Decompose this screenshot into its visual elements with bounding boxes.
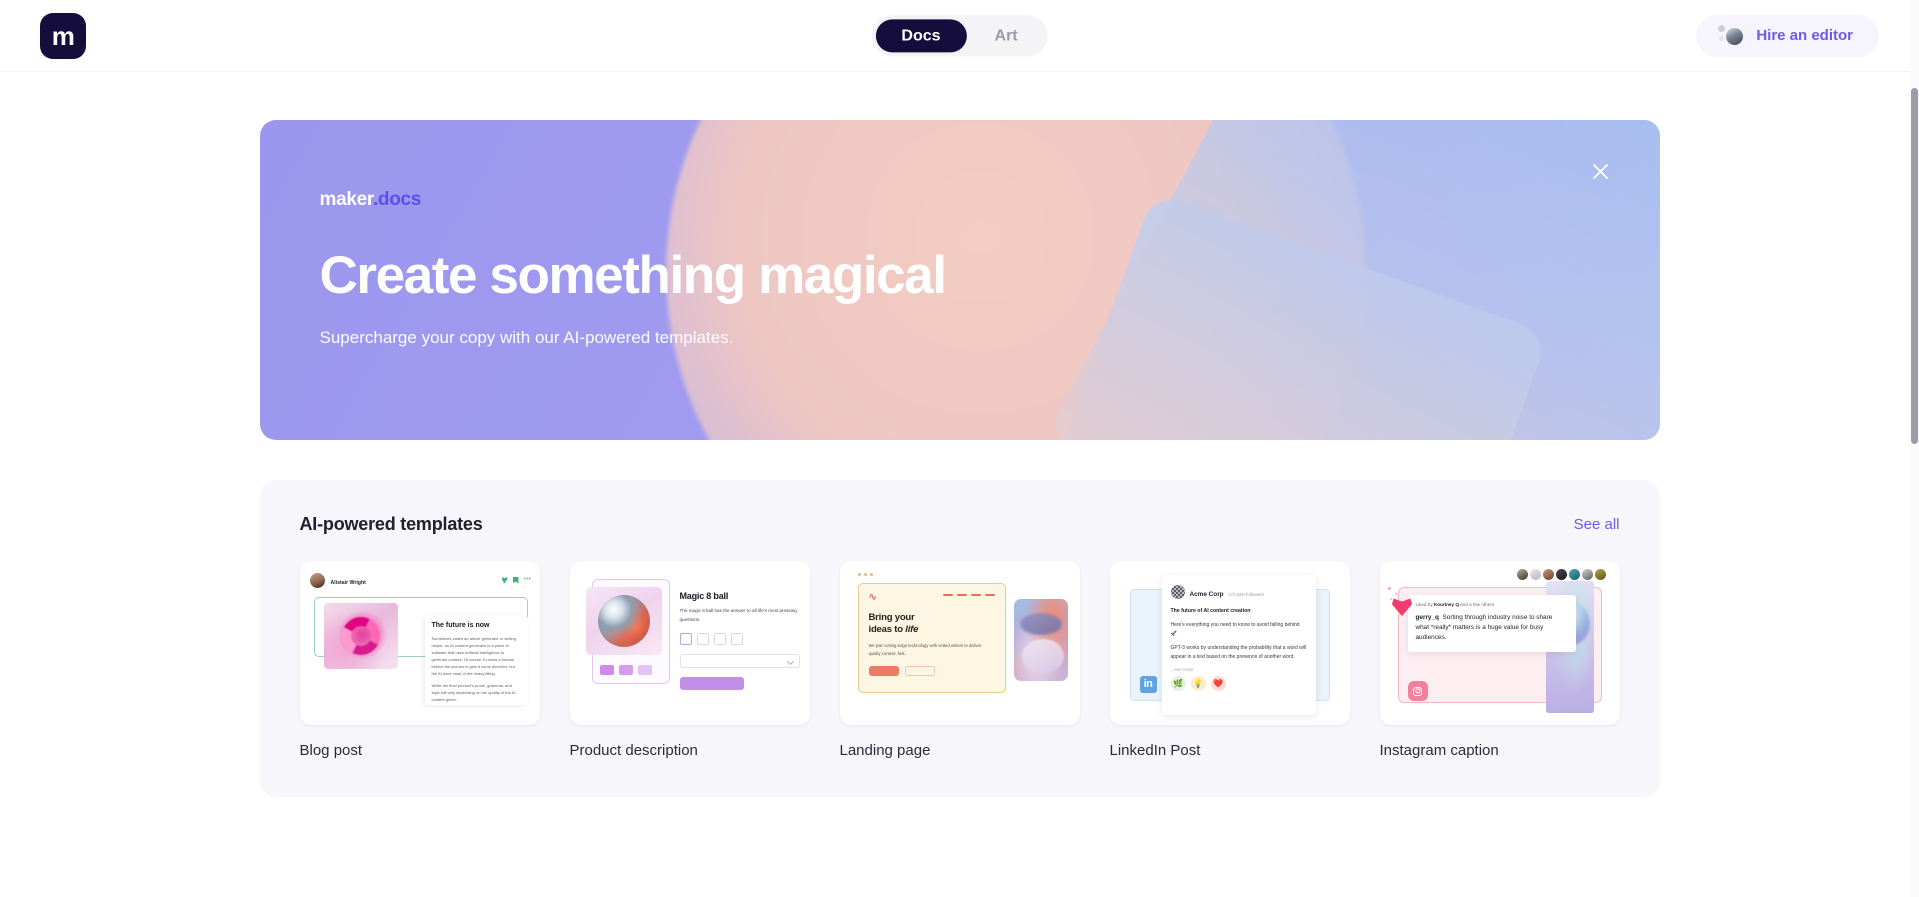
blog-preview-author-name: Alistair Wright bbox=[330, 580, 366, 586]
reaction-bulb-icon: 💡 bbox=[1190, 676, 1206, 692]
blog-preview-headline: The future is now bbox=[431, 622, 490, 629]
template-card-landing-page[interactable]: ∿ Bring your ideas to life We pair cutti… bbox=[839, 561, 1080, 761]
landing-preview-buttons bbox=[868, 666, 995, 677]
page-scrollbar[interactable] bbox=[1910, 0, 1919, 897]
hire-an-editor-button[interactable]: Hire an editor bbox=[1696, 14, 1879, 57]
banner-brand-accent: .docs bbox=[372, 189, 422, 210]
template-card-product-description[interactable]: Magic 8 ball The magic 8 ball has the an… bbox=[569, 561, 810, 761]
promo-banner: maker.docs Create something magical Supe… bbox=[259, 120, 1660, 440]
linkedin-preview-followers: 174,520 followers bbox=[1228, 592, 1265, 597]
landing-preview-nav bbox=[942, 594, 995, 597]
linkedin-preview-reactions: 🌿 💡 ❤️ bbox=[1170, 676, 1307, 692]
landing-preview-secondary-button bbox=[904, 666, 935, 677]
page-container: maker.docs Create something magical Supe… bbox=[259, 72, 1660, 797]
template-card-blog-post[interactable]: Alistair Wright ••• The future is now So… bbox=[299, 561, 540, 761]
hire-an-editor-label: Hire an editor bbox=[1756, 26, 1853, 44]
template-label-linkedin-post: LinkedIn Post bbox=[1109, 742, 1201, 759]
blog-preview-actions: ••• bbox=[501, 575, 531, 584]
instagram-preview-liked-prefix: Liked by bbox=[1415, 602, 1434, 607]
linkedin-preview-company: Acme Corp bbox=[1189, 591, 1224, 598]
bookmark-icon bbox=[512, 576, 519, 584]
heart-icon bbox=[501, 577, 508, 584]
templates-panel: AI-powered templates See all Alistair Wr… bbox=[259, 480, 1660, 797]
instagram-preview-avatar-row bbox=[1516, 569, 1606, 580]
linkedin-preview-paragraph-1: Here's everything you need to know to av… bbox=[1170, 622, 1300, 637]
instagram-preview-liked-name: Kourtney Q bbox=[1433, 602, 1459, 607]
blog-preview-image bbox=[323, 603, 398, 669]
banner-title: Create something magical bbox=[319, 246, 948, 305]
blog-preview-paragraph-1: Sometimes called an article generator or… bbox=[431, 636, 516, 677]
linkedin-preview-paragraph-2: GPT-3 works by understanding the probabi… bbox=[1170, 645, 1307, 660]
view-toggle-container: Docs Art bbox=[871, 14, 1048, 57]
blog-preview-article: The future is now Sometimes called an ar… bbox=[424, 615, 528, 705]
blog-preview-paragraph-2: While the final product's prose, grammar… bbox=[431, 683, 516, 703]
linkedin-preview-author-row: Acme Corp 174,520 followers bbox=[1170, 583, 1307, 601]
banner-brand: maker.docs bbox=[320, 190, 1660, 209]
reaction-heart-icon: ❤️ bbox=[1210, 676, 1226, 692]
instagram-preview-liked-suffix: and a few others bbox=[1458, 602, 1495, 607]
instagram-preview-username: gerry_q bbox=[1415, 614, 1439, 622]
landing-preview-headline-italic: life bbox=[905, 623, 919, 635]
main-content: maker.docs Create something magical Supe… bbox=[0, 72, 1919, 897]
product-preview-image bbox=[585, 587, 662, 655]
product-preview-sphere bbox=[597, 595, 650, 647]
reaction-leaf-icon: 🌿 bbox=[1170, 676, 1186, 692]
templates-section-title: AI-powered templates bbox=[299, 514, 483, 534]
blog-preview-author-row: Alistair Wright ••• bbox=[309, 571, 531, 589]
product-preview-thumbnails bbox=[599, 665, 652, 675]
landing-preview-window-dots bbox=[857, 573, 873, 576]
template-thumbnail-instagram-caption: Liked by Kourtney Q and a few others ger… bbox=[1379, 561, 1620, 725]
landing-preview-headline-line1: Bring your bbox=[868, 612, 915, 623]
instagram-preview-caption-card: Liked by Kourtney Q and a few others ger… bbox=[1407, 595, 1576, 653]
app-header: m Docs Art Hire an editor bbox=[0, 0, 1919, 72]
template-thumbnail-blog-post: Alistair Wright ••• The future is now So… bbox=[299, 561, 540, 725]
instagram-preview-caption: gerry_q Sorting through industry noise t… bbox=[1416, 613, 1568, 643]
landing-preview-image bbox=[1013, 599, 1068, 681]
landing-preview-headline: Bring your ideas to life bbox=[869, 612, 995, 636]
banner-subtitle: Supercharge your copy with our AI-powere… bbox=[319, 328, 734, 348]
template-label-product-description: Product description bbox=[569, 742, 698, 759]
maker-logo[interactable]: m bbox=[40, 12, 86, 59]
linkedin-preview-post: Acme Corp 174,520 followers The future o… bbox=[1161, 575, 1316, 715]
template-label-blog-post: Blog post bbox=[299, 742, 363, 759]
banner-content: maker.docs Create something magical Supe… bbox=[260, 120, 1660, 350]
template-card-linkedin-post[interactable]: in Acme Corp 174,520 followers The futur… bbox=[1109, 561, 1350, 761]
tab-docs[interactable]: Docs bbox=[875, 18, 967, 53]
template-label-landing-page: Landing page bbox=[839, 742, 931, 759]
template-thumbnail-product-description: Magic 8 ball The magic 8 ball has the an… bbox=[569, 561, 810, 725]
see-all-link[interactable]: See all bbox=[1574, 516, 1620, 533]
tab-art[interactable]: Art bbox=[969, 19, 1044, 52]
more-icon: ••• bbox=[523, 575, 531, 583]
templates-grid: Alistair Wright ••• The future is now So… bbox=[288, 561, 1632, 761]
instagram-icon bbox=[1407, 681, 1428, 701]
avatar bbox=[309, 572, 325, 588]
banner-brand-primary: maker bbox=[319, 189, 374, 210]
linkedin-icon: in bbox=[1139, 676, 1157, 693]
product-preview-select bbox=[679, 654, 800, 669]
view-toggle: Docs Art bbox=[871, 14, 1048, 57]
product-preview-buy-button bbox=[679, 677, 744, 691]
close-icon[interactable] bbox=[1586, 156, 1616, 186]
template-label-instagram-caption: Instagram caption bbox=[1379, 742, 1499, 759]
templates-header: AI-powered templates See all bbox=[288, 514, 1632, 535]
landing-preview-paragraph: We pair cutting-edge technology with vet… bbox=[868, 642, 982, 656]
landing-preview-primary-button bbox=[868, 666, 899, 677]
linkedin-preview-headline: The future of AI content creation bbox=[1170, 608, 1251, 614]
product-preview-headline: Magic 8 ball bbox=[679, 591, 729, 601]
template-thumbnail-landing-page: ∿ Bring your ideas to life We pair cutti… bbox=[839, 561, 1080, 725]
header-actions: Hire an editor bbox=[1696, 14, 1879, 57]
logo-letter: m bbox=[51, 20, 75, 51]
template-card-instagram-caption[interactable]: Liked by Kourtney Q and a few others ger… bbox=[1379, 561, 1620, 761]
linkedin-preview-see-more: ...see more bbox=[1170, 667, 1194, 673]
product-preview-paragraph: The magic 8 ball has the answer to all l… bbox=[679, 608, 797, 622]
editors-avatar-cluster-icon bbox=[1718, 24, 1744, 47]
instagram-preview-liked-by: Liked by Kourtney Q and a few others bbox=[1416, 602, 1568, 608]
page-scrollbar-thumb[interactable] bbox=[1911, 88, 1918, 444]
product-preview-swatches bbox=[679, 633, 800, 646]
template-thumbnail-linkedin-post: in Acme Corp 174,520 followers The futur… bbox=[1109, 561, 1350, 725]
landing-preview-headline-line2: ideas to bbox=[868, 623, 906, 635]
landing-preview-window: ∿ Bring your ideas to life We pair cutti… bbox=[857, 583, 1006, 693]
avatar bbox=[1170, 585, 1185, 599]
